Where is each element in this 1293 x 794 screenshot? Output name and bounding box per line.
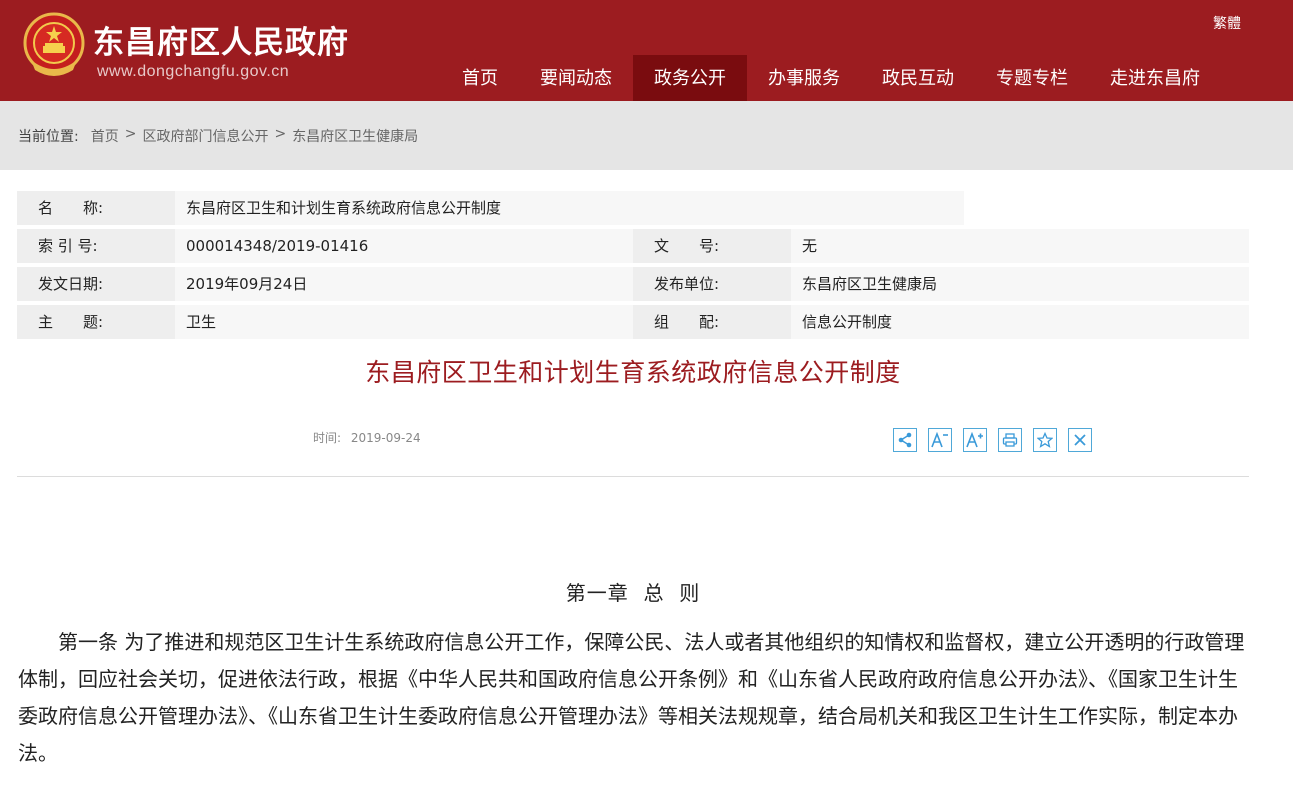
info-row-index: 索 引 号: 000014348/2019-01416 文 号: 无 bbox=[17, 229, 1249, 263]
site-header: 东昌府区人民政府 www.dongchangfu.gov.cn 繁體 首页 要闻… bbox=[0, 0, 1293, 101]
breadcrumb-separator: > bbox=[124, 126, 137, 142]
article-time: 时间: 2019-09-24 bbox=[313, 429, 421, 446]
article-title: 东昌府区卫生和计划生育系统政府信息公开制度 bbox=[365, 358, 901, 387]
favorite-icon[interactable] bbox=[1033, 428, 1057, 452]
info-label-publisher: 发布单位: bbox=[633, 267, 791, 301]
main-nav: 首页 要闻动态 政务公开 办事服务 政民互动 专题专栏 走进东昌府 bbox=[441, 55, 1221, 101]
chapter-heading: 第一章 总 则 bbox=[565, 581, 701, 605]
nav-item-news[interactable]: 要闻动态 bbox=[519, 55, 633, 101]
title-divider bbox=[17, 476, 1249, 477]
info-label-name: 名 称: bbox=[17, 191, 175, 225]
time-value: 2019-09-24 bbox=[350, 431, 421, 445]
info-row-date: 发文日期: 2019年09月24日 发布单位: 东昌府区卫生健康局 bbox=[17, 267, 1249, 301]
article-toolbar bbox=[893, 428, 1092, 452]
article-paragraph: 第一条 为了推进和规范区卫生计生系统政府信息公开工作，保障公民、法人或者其他组织… bbox=[18, 630, 1245, 765]
font-decrease-icon[interactable] bbox=[928, 428, 952, 452]
document-info-table: 名 称: 东昌府区卫生和计划生育系统政府信息公开制度 索 引 号: 000014… bbox=[17, 191, 1249, 343]
font-increase-icon[interactable] bbox=[963, 428, 987, 452]
breadcrumb: 当前位置: 首页 > 区政府部门信息公开 > 东昌府区卫生健康局 bbox=[18, 126, 418, 146]
time-label: 时间: bbox=[313, 431, 342, 445]
nav-item-about[interactable]: 走进东昌府 bbox=[1089, 55, 1221, 101]
breadcrumb-dept-info[interactable]: 区政府部门信息公开 bbox=[142, 126, 268, 146]
breadcrumb-label: 当前位置: bbox=[18, 129, 79, 145]
info-label-index: 索 引 号: bbox=[17, 229, 175, 263]
traditional-chinese-toggle[interactable]: 繁體 bbox=[1213, 13, 1241, 33]
breadcrumb-health-bureau[interactable]: 东昌府区卫生健康局 bbox=[292, 126, 418, 146]
breadcrumb-home[interactable]: 首页 bbox=[91, 126, 119, 146]
breadcrumb-separator: > bbox=[274, 126, 287, 142]
info-row-name: 名 称: 东昌府区卫生和计划生育系统政府信息公开制度 bbox=[17, 191, 1249, 225]
site-url: www.dongchangfu.gov.cn bbox=[97, 63, 290, 80]
info-value-category: 信息公开制度 bbox=[791, 305, 1249, 339]
info-value-index: 000014348/2019-01416 bbox=[175, 229, 633, 263]
nav-item-interaction[interactable]: 政民互动 bbox=[861, 55, 975, 101]
info-row-topic: 主 题: 卫生 组 配: 信息公开制度 bbox=[17, 305, 1249, 339]
print-icon[interactable] bbox=[998, 428, 1022, 452]
nav-item-home[interactable]: 首页 bbox=[441, 55, 519, 101]
info-label-topic: 主 题: bbox=[17, 305, 175, 339]
info-value-topic: 卫生 bbox=[175, 305, 633, 339]
nav-item-government-affairs[interactable]: 政务公开 bbox=[633, 55, 747, 101]
info-label-docno: 文 号: bbox=[633, 229, 791, 263]
info-value-publisher: 东昌府区卫生健康局 bbox=[791, 267, 1249, 301]
share-icon[interactable] bbox=[893, 428, 917, 452]
info-label-category: 组 配: bbox=[633, 305, 791, 339]
info-value-name: 东昌府区卫生和计划生育系统政府信息公开制度 bbox=[175, 191, 964, 225]
info-value-docno: 无 bbox=[791, 229, 1249, 263]
nav-item-special-topics[interactable]: 专题专栏 bbox=[975, 55, 1089, 101]
national-emblem-icon bbox=[23, 12, 85, 76]
info-label-date: 发文日期: bbox=[17, 267, 175, 301]
info-value-date: 2019年09月24日 bbox=[175, 267, 633, 301]
site-title: 东昌府区人民政府 bbox=[93, 25, 349, 61]
nav-item-services[interactable]: 办事服务 bbox=[747, 55, 861, 101]
close-icon[interactable] bbox=[1068, 428, 1092, 452]
